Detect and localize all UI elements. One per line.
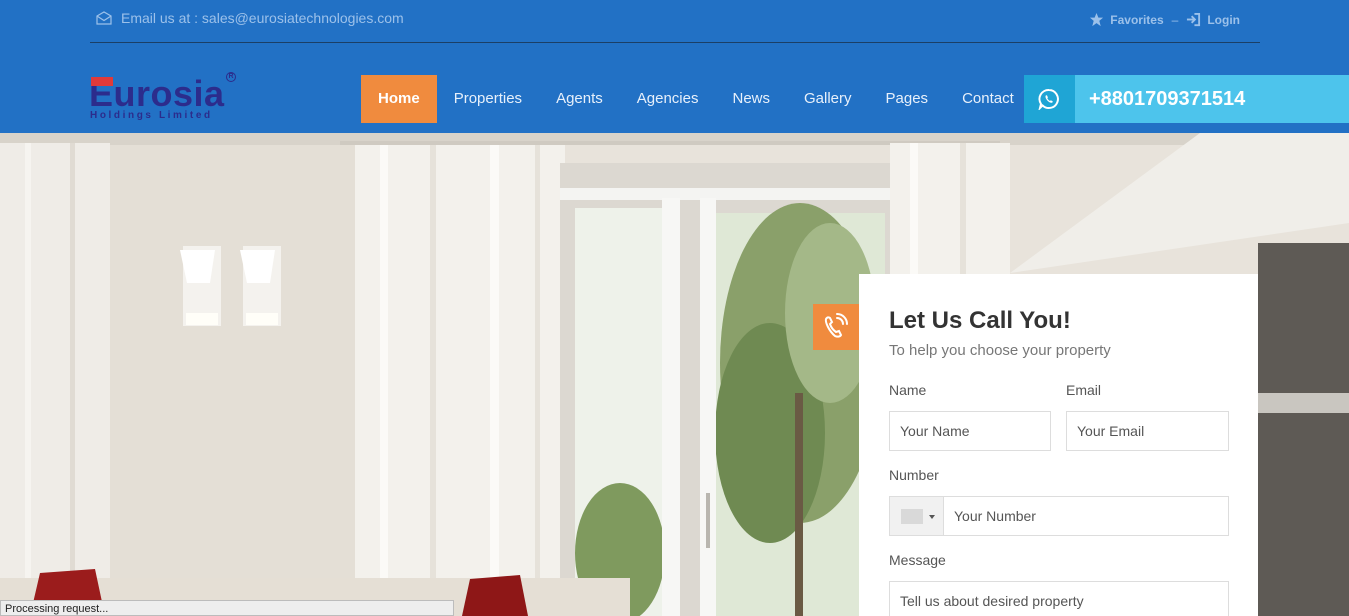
- caret-down-icon: [929, 515, 935, 519]
- site-logo[interactable]: Eurosia Holdings Limited R: [89, 72, 237, 124]
- user-links: Favorites – Login: [1089, 12, 1240, 27]
- login-link[interactable]: Login: [1207, 13, 1240, 27]
- registered-mark: R: [226, 72, 236, 82]
- whatsapp-icon: [1038, 89, 1059, 110]
- nav-agencies[interactable]: Agencies: [620, 75, 716, 123]
- form-title: Let Us Call You!: [889, 307, 1071, 334]
- flag-icon: [901, 509, 923, 524]
- message-field[interactable]: [889, 581, 1229, 616]
- email-label: Email: [1066, 382, 1102, 398]
- browser-status-bar: Processing request...: [0, 600, 454, 616]
- call-bar[interactable]: +8801709371514: [1024, 75, 1349, 123]
- name-label: Name: [889, 382, 927, 398]
- callback-form: Let Us Call You! To help you choose your…: [859, 274, 1258, 616]
- form-subtitle: To help you choose your property: [889, 342, 1111, 359]
- message-label: Message: [889, 552, 946, 568]
- sign-in-icon: [1187, 12, 1201, 27]
- nav-pages[interactable]: Pages: [869, 75, 946, 123]
- star-icon: [1090, 12, 1104, 27]
- main-nav: Home Properties Agents Agencies News Gal…: [361, 75, 1031, 123]
- nav-news[interactable]: News: [715, 75, 787, 123]
- phone-tag-badge: [813, 304, 859, 350]
- link-separator: –: [1171, 12, 1179, 27]
- contact-email[interactable]: Email us at : sales@eurosiatechnologies.…: [96, 10, 404, 26]
- phone-number[interactable]: +8801709371514: [1089, 75, 1245, 123]
- nav-contact[interactable]: Contact: [945, 75, 1031, 123]
- email-field[interactable]: [1066, 411, 1229, 451]
- number-label: Number: [889, 467, 939, 483]
- envelope-icon: [96, 11, 112, 25]
- name-field[interactable]: [889, 411, 1051, 451]
- nav-properties[interactable]: Properties: [437, 75, 539, 123]
- country-code-select[interactable]: [889, 496, 944, 536]
- nav-gallery[interactable]: Gallery: [787, 75, 869, 123]
- site-header: Email us at : sales@eurosiatechnologies.…: [0, 0, 1349, 133]
- whatsapp-button[interactable]: [1024, 75, 1075, 123]
- nav-home[interactable]: Home: [361, 75, 437, 123]
- phone-number-field[interactable]: [943, 496, 1229, 536]
- logo-accent: [91, 77, 113, 86]
- logo-tagline: Holdings Limited: [90, 110, 213, 121]
- favorites-link[interactable]: Favorites: [1110, 13, 1163, 27]
- top-bar: Email us at : sales@eurosiatechnologies.…: [90, 0, 1260, 43]
- email-text: Email us at : sales@eurosiatechnologies.…: [121, 10, 404, 26]
- nav-agents[interactable]: Agents: [539, 75, 620, 123]
